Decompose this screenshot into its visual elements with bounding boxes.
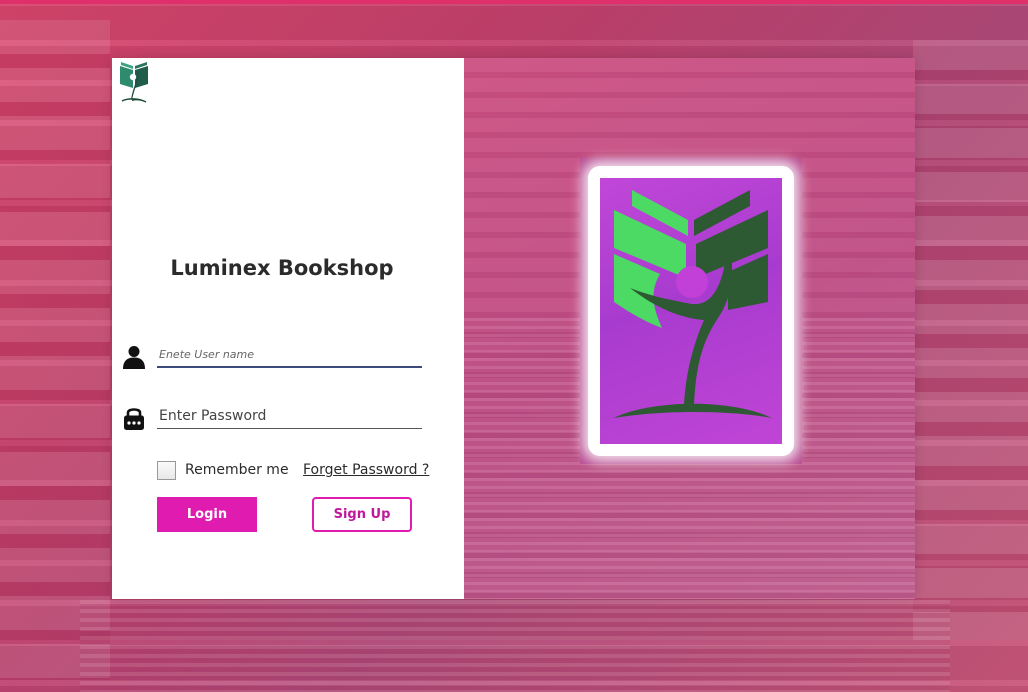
background-book-pages bbox=[80, 600, 950, 692]
user-icon bbox=[123, 346, 145, 369]
username-input[interactable] bbox=[157, 342, 422, 368]
lock-icon bbox=[124, 408, 144, 430]
remember-me-label: Remember me bbox=[185, 462, 289, 478]
brand-logo-frame bbox=[580, 158, 802, 464]
login-window: Luminex Bookshop Remember me Forget Pass… bbox=[112, 58, 915, 599]
book-person-logo-icon bbox=[614, 190, 772, 418]
page-title: Luminex Bookshop bbox=[170, 256, 394, 280]
brand-panel bbox=[464, 58, 915, 599]
login-button[interactable]: Login bbox=[157, 497, 257, 532]
background-book-stack-right bbox=[913, 40, 1028, 640]
password-input[interactable] bbox=[157, 404, 422, 429]
background-book-stack-left bbox=[0, 20, 110, 680]
book-person-logo-icon bbox=[120, 62, 148, 103]
brand-logo bbox=[600, 178, 782, 444]
sign-up-button[interactable]: Sign Up bbox=[312, 497, 412, 532]
forget-password-link[interactable]: Forget Password ? bbox=[303, 462, 429, 478]
login-panel: Luminex Bookshop Remember me Forget Pass… bbox=[112, 58, 464, 599]
remember-me-checkbox[interactable] bbox=[157, 461, 176, 480]
top-strip bbox=[0, 0, 1028, 4]
